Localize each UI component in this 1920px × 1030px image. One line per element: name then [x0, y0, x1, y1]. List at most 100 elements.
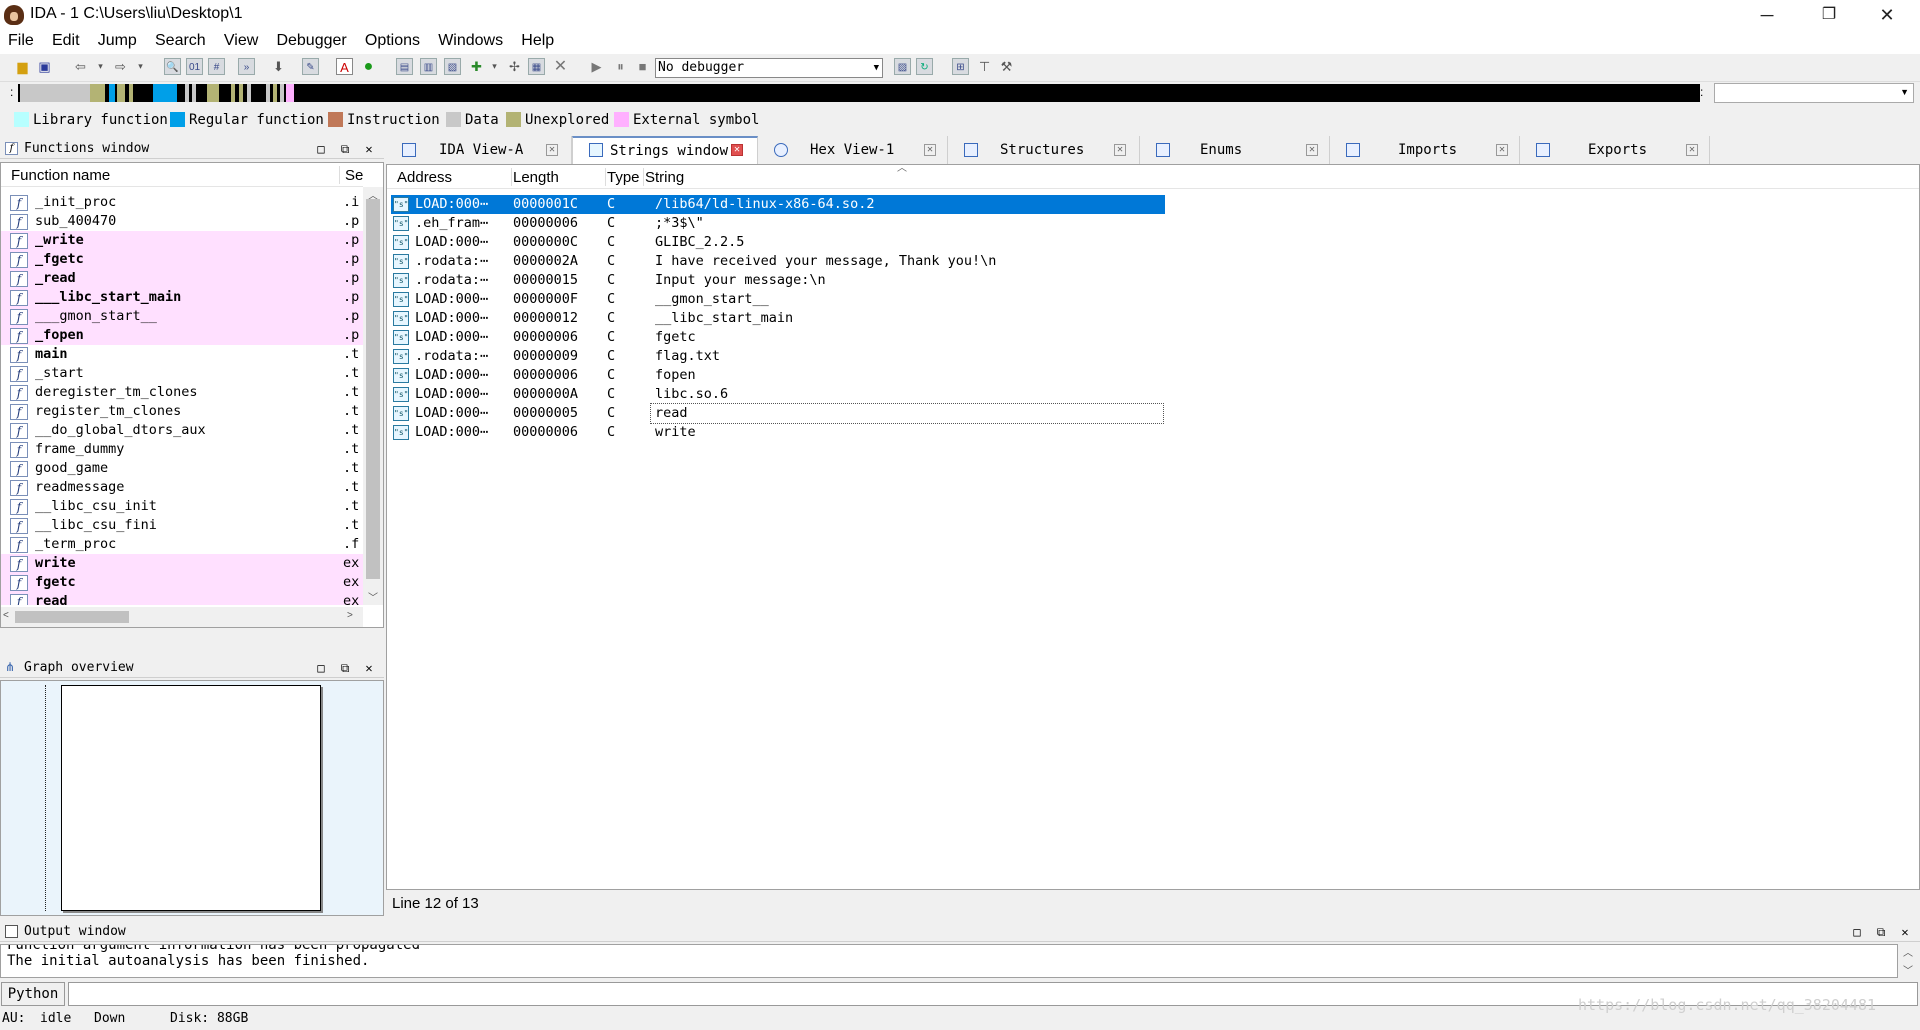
close-tab-icon[interactable]: ✕	[1306, 144, 1318, 156]
scroll-down-icon[interactable]: ﹀	[368, 589, 378, 604]
tab-hex-view-1[interactable]: Hex View-1 ✕	[758, 136, 948, 164]
undefine-icon[interactable]: ▦	[528, 58, 545, 75]
function-row[interactable]: f _init_proc .i	[1, 193, 363, 212]
close-tab-icon[interactable]: ✕	[1686, 144, 1698, 156]
scroll-thumb[interactable]	[366, 199, 380, 579]
tree-view-icon[interactable]: ⊤	[976, 58, 993, 75]
make-data-icon[interactable]: ▥	[420, 58, 437, 75]
maximize-panel-icon[interactable]: □	[312, 139, 330, 159]
tab-enums[interactable]: Enums ✕	[1140, 136, 1330, 164]
float-panel-icon[interactable]: ⧉	[336, 658, 354, 678]
function-row[interactable]: f _read .p	[1, 269, 363, 288]
tab-strings-window[interactable]: Strings window ✕	[572, 136, 758, 164]
string-row[interactable]: "s" LOAD:000⋯ 0000000A Clibc.so.6	[391, 385, 1591, 404]
menu-jump[interactable]: Jump	[90, 30, 143, 50]
function-row[interactable]: f write ex	[1, 554, 363, 573]
string-row[interactable]: "s" LOAD:000⋯ 00000006 Cfopen	[391, 366, 1591, 385]
close-panel-icon[interactable]: ✕	[1896, 922, 1914, 942]
add-icon[interactable]: ✚	[468, 58, 485, 75]
analysis-a-icon[interactable]: A	[336, 58, 353, 75]
down-arrow-icon[interactable]: ⬇	[270, 58, 287, 75]
scroll-thumb[interactable]	[15, 611, 129, 623]
col-segment[interactable]: Se	[345, 167, 363, 184]
string-row[interactable]: "s" LOAD:000⋯ 0000001C C/lib64/ld-linux-x86…	[391, 195, 1165, 214]
scroll-right-icon[interactable]: >	[347, 610, 353, 621]
close-tab-icon[interactable]: ✕	[546, 144, 558, 156]
string-row[interactable]: "s" .rodata:⋯ 00000015 C Input your message:…	[391, 271, 1591, 290]
function-row[interactable]: f fgetc ex	[1, 573, 363, 592]
forward-arrow-icon[interactable]: ⇨	[112, 58, 129, 75]
string-row[interactable]: "s" LOAD:000⋯ 00000006 Cwrite	[391, 423, 1591, 442]
graph-overview-viewport[interactable]	[61, 685, 321, 911]
function-row[interactable]: f _write .p	[1, 231, 363, 250]
function-row[interactable]: f good_game .t	[1, 459, 363, 478]
debugger-refresh-icon[interactable]: ↻	[916, 58, 933, 75]
close-panel-icon[interactable]: ✕	[360, 658, 378, 678]
string-row[interactable]: "s" LOAD:000⋯ 00000012 C __libc_start_main	[391, 309, 1591, 328]
debugger-options-icon[interactable]: ▨	[894, 58, 911, 75]
graph-overview[interactable]	[0, 680, 384, 916]
forward-dropdown-icon[interactable]: ▾	[132, 58, 149, 75]
python-button[interactable]: Python	[1, 982, 65, 1006]
string-row[interactable]: "s" .rodata:⋯ 00000009 Cflag.txt	[391, 347, 1591, 366]
string-row[interactable]: "s" LOAD:000⋯ 00000006 Cfgetc	[391, 328, 1591, 347]
menu-options[interactable]: Options	[357, 30, 426, 50]
function-row[interactable]: f frame_dummy .t	[1, 440, 363, 459]
search-next-icon[interactable]: »	[238, 58, 255, 75]
maximize-panel-icon[interactable]: □	[312, 658, 330, 678]
menu-view[interactable]: View	[216, 30, 264, 50]
string-row[interactable]: "s" LOAD:000⋯ 00000005 Cread	[391, 403, 1591, 424]
output-log[interactable]: Function argument information has been p…	[0, 944, 1898, 978]
tab-imports[interactable]: Imports ✕	[1330, 136, 1520, 164]
function-row[interactable]: f _fgetc .p	[1, 250, 363, 269]
segment-select[interactable]: ▼	[1714, 83, 1914, 103]
scroll-down-icon[interactable]: ﹀	[1903, 962, 1913, 977]
tab-structures[interactable]: Structures ✕	[948, 136, 1140, 164]
function-row[interactable]: f sub_400470 .p	[1, 212, 363, 231]
tab-ida-view-a[interactable]: IDA View-A ✕	[386, 136, 572, 164]
scroll-left-icon[interactable]: <	[3, 610, 9, 621]
menu-edit[interactable]: Edit	[44, 30, 86, 50]
make-code-icon[interactable]: ▤	[396, 58, 413, 75]
function-row[interactable]: f readmessage .t	[1, 478, 363, 497]
string-row[interactable]: "s" .rodata:⋯ 0000002A C I have received you…	[391, 252, 1591, 271]
back-arrow-icon[interactable]: ⇦	[72, 58, 89, 75]
function-row[interactable]: f deregister_tm_clones .t	[1, 383, 363, 402]
string-row[interactable]: "s" .eh_fram⋯ 00000006 C ;*3$\"	[391, 214, 1591, 233]
scroll-up-icon[interactable]: ︿	[1903, 944, 1913, 959]
function-row[interactable]: f __do_global_dtors_aux .t	[1, 421, 363, 440]
function-row[interactable]: f main .t	[1, 345, 363, 364]
float-panel-icon[interactable]: ⧉	[336, 139, 354, 159]
function-row[interactable]: f ___libc_start_main .p	[1, 288, 363, 307]
menu-help[interactable]: Help	[513, 30, 560, 50]
string-row[interactable]: "s" LOAD:000⋯ 0000000C C GLIBC_2.2.5	[391, 233, 1591, 252]
string-row[interactable]: "s" LOAD:000⋯ 0000000F C __gmon_start__	[391, 290, 1591, 309]
back-dropdown-icon[interactable]: ▾	[92, 58, 109, 75]
add-dropdown-icon[interactable]: ▾	[486, 58, 503, 75]
function-row[interactable]: f ___gmon_start__ .p	[1, 307, 363, 326]
function-row[interactable]: f _start .t	[1, 364, 363, 383]
close-window-button[interactable]: ✕	[1864, 0, 1910, 30]
open-file-icon[interactable]: ▆	[14, 58, 31, 75]
maximize-panel-icon[interactable]: □	[1848, 922, 1866, 942]
restore-button[interactable]: ❐	[1806, 0, 1852, 30]
search-immediate-icon[interactable]: #	[208, 58, 225, 75]
minimize-button[interactable]: ─	[1744, 0, 1790, 30]
tools-icon[interactable]: ⚒	[998, 58, 1015, 75]
menu-debugger[interactable]: Debugger	[268, 30, 352, 50]
close-tab-icon[interactable]: ✕	[1496, 144, 1508, 156]
pause-icon[interactable]: ⏸	[612, 58, 629, 75]
functions-horizontal-scrollbar[interactable]: < >	[1, 607, 363, 627]
search-binary-icon[interactable]: 01	[186, 58, 203, 75]
col-type[interactable]: Type	[607, 169, 640, 186]
function-row[interactable]: f __libc_csu_fini .t	[1, 516, 363, 535]
navigation-band[interactable]	[18, 84, 1700, 102]
mark-position-icon[interactable]: ✎	[302, 58, 319, 75]
save-icon[interactable]: ▣	[36, 58, 53, 75]
function-row[interactable]: f _fopen .p	[1, 326, 363, 345]
search-text-icon[interactable]: 🔍	[164, 58, 181, 75]
output-scrollbar[interactable]: ︿ ﹀	[1898, 944, 1918, 978]
col-function-name[interactable]: Function name	[11, 167, 110, 184]
function-row[interactable]: f __libc_csu_init .t	[1, 497, 363, 516]
col-address[interactable]: Address	[397, 169, 452, 186]
